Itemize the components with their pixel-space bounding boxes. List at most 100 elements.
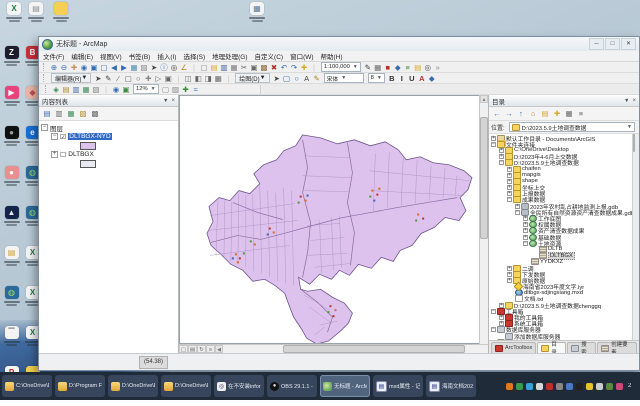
editor-menu[interactable]: 编辑器(R)▼ <box>51 73 91 83</box>
clear-selection-icon[interactable]: ▨ <box>139 63 149 72</box>
excel-file-icon[interactable]: X <box>3 2 25 22</box>
view-toggle-button[interactable]: ▤ <box>188 345 197 353</box>
tree-expander-icon[interactable]: + <box>51 151 58 158</box>
taskbar-clock[interactable]: 2 <box>628 383 636 389</box>
draw-menu[interactable]: 绘图(D)▼ <box>235 73 269 83</box>
obs-icon[interactable]: ● <box>1 126 22 166</box>
attributes-icon[interactable]: ▣ <box>163 74 173 83</box>
tray-icon[interactable] <box>506 383 513 390</box>
reshape-icon[interactable]: ▷ <box>153 74 163 83</box>
split-tool-icon[interactable]: ∕ <box>113 74 123 83</box>
catalog-header[interactable]: 目录 ▼ × <box>489 95 639 107</box>
add-vertex-icon[interactable]: ✚ <box>143 74 153 83</box>
menu-item[interactable]: 窗口(W) <box>290 51 313 61</box>
contrast-icon[interactable]: ◉ <box>111 85 121 94</box>
options-icon[interactable]: ≡ <box>576 109 586 118</box>
effects-layer-icon[interactable]: ▧ <box>91 85 101 94</box>
white-doc-icon[interactable]: ▔ <box>1 326 22 366</box>
toc-layer-dltbgx[interactable]: + ☐ DLTBGX <box>39 150 178 159</box>
forward-extent-icon[interactable]: ▶ <box>119 63 129 72</box>
tree-expander-icon[interactable]: + <box>499 303 504 308</box>
task-obs[interactable]: ● OBS 29.1.1 - 配... <box>267 375 317 397</box>
task-explorer-3[interactable]: D:\OneDrive\De... <box>108 375 158 397</box>
model-builder-icon[interactable]: ◆ <box>393 63 403 72</box>
minimize-button[interactable]: ─ <box>589 38 604 50</box>
tree-expander-icon[interactable]: − <box>491 327 496 332</box>
measure-icon[interactable]: ∠ <box>179 63 189 72</box>
sketch-tool-icon[interactable]: ✎ <box>103 74 113 83</box>
tab-create-features[interactable]: 创建要素 <box>597 342 637 353</box>
folder-icon[interactable] <box>50 2 72 22</box>
tree-expander-icon[interactable]: − <box>491 309 496 314</box>
map-canvas[interactable] <box>179 95 479 344</box>
task-arcmap[interactable]: 无标题 - ArcMap <box>320 375 370 397</box>
tray-icon[interactable] <box>536 383 543 390</box>
separator[interactable]: | <box>173 74 183 83</box>
scroll-thumb[interactable] <box>283 345 465 353</box>
tree-expander-icon[interactable]: + <box>507 167 512 172</box>
tab-catalog[interactable]: 目录 <box>537 342 566 353</box>
menu-item[interactable]: 视图(V) <box>100 51 122 61</box>
menu-item[interactable]: 帮助(H) <box>321 51 343 61</box>
toc-swatch-dltbgx[interactable] <box>39 159 178 168</box>
pan-icon[interactable]: ✚ <box>69 63 79 72</box>
select-elements-icon[interactable]: ➤ <box>149 63 159 72</box>
view-toggle-button[interactable]: ▢ <box>179 345 188 353</box>
tree-expander-icon[interactable]: + <box>507 266 512 271</box>
font-size-combo[interactable]: 8▼ <box>368 73 385 83</box>
transparency-combo[interactable]: 12%▼ <box>133 84 159 94</box>
paste-icon[interactable]: ▩ <box>259 63 269 72</box>
task-explorer-1[interactable]: C:\OneDrive\De... <box>2 375 52 397</box>
tree-expander-icon[interactable]: + <box>507 173 512 178</box>
back-extent-icon[interactable]: ◀ <box>109 63 119 72</box>
connect-folder-icon[interactable]: ▤ <box>540 109 550 118</box>
tree-expander-icon[interactable]: + <box>523 235 528 240</box>
layer-checkbox[interactable]: ☑ <box>60 133 66 141</box>
draw-text-icon[interactable]: A <box>302 74 312 83</box>
close-icon[interactable]: × <box>632 98 636 104</box>
tree-expander-icon[interactable]: − <box>499 160 504 165</box>
tray-icon[interactable] <box>516 383 523 390</box>
add-connection-icon[interactable]: ✚ <box>552 109 562 118</box>
view-toggle-button[interactable]: ≡ <box>206 345 215 353</box>
print-icon[interactable]: ▦ <box>229 63 239 72</box>
list-by-visibility-icon[interactable]: ▦ <box>66 109 76 118</box>
tree-expander-icon[interactable]: − <box>507 197 512 202</box>
copy-icon[interactable]: ▣ <box>249 63 259 72</box>
title-bar[interactable]: 无标题 - ArcMap ─ □ ✕ <box>39 37 639 51</box>
italic-icon[interactable]: I <box>397 74 407 83</box>
snap-edge-icon[interactable]: ▦ <box>81 85 91 94</box>
view-toggle-button[interactable]: ↻ <box>197 345 206 353</box>
draw-circle-icon[interactable]: ○ <box>292 74 302 83</box>
menu-item[interactable]: 编辑(E) <box>71 51 93 61</box>
tab-arctoolbox[interactable]: ArcToolbox <box>491 342 536 353</box>
tray-icon[interactable] <box>556 383 563 390</box>
tree-expander-icon[interactable]: + <box>491 136 496 141</box>
scroll-up-icon[interactable]: ▲ <box>480 95 488 103</box>
separator[interactable]: | <box>189 63 199 72</box>
delete-icon[interactable]: ✖ <box>269 63 279 72</box>
list-by-selection-icon[interactable]: ▧ <box>78 109 88 118</box>
pin-icon[interactable]: ▼ <box>624 98 629 104</box>
maximize-button[interactable]: □ <box>605 38 620 50</box>
separator[interactable]: | <box>309 63 319 72</box>
separator[interactable]: | <box>223 74 233 83</box>
select-features-icon[interactable]: ▦ <box>129 63 139 72</box>
bold-icon[interactable]: B <box>387 74 397 83</box>
video-app-icon[interactable]: ▶ <box>1 86 22 126</box>
brightness-icon[interactable]: ▣ <box>121 85 131 94</box>
zoom-out-icon[interactable]: ⊖ <box>59 63 69 72</box>
z-app-icon[interactable]: Z <box>1 46 22 86</box>
separator[interactable]: | <box>101 85 111 94</box>
topology-edit-icon[interactable]: ◫ <box>183 74 193 83</box>
topology-validate-icon[interactable]: ◨ <box>203 74 213 83</box>
font-combo[interactable]: 宋体▼ <box>324 73 364 83</box>
redo-icon[interactable]: ↷ <box>289 63 299 72</box>
tray-icon[interactable] <box>526 383 533 390</box>
tray-icon[interactable] <box>616 383 623 390</box>
menu-item[interactable]: 选择(S) <box>183 51 205 61</box>
cat-db-connections[interactable]: − 数据库连接 <box>489 339 639 340</box>
add-data-icon[interactable]: ✚ <box>299 63 309 72</box>
catalog-window-icon[interactable]: ▤ <box>413 63 423 72</box>
fixed-zoom-out-icon[interactable]: ▢ <box>99 63 109 72</box>
